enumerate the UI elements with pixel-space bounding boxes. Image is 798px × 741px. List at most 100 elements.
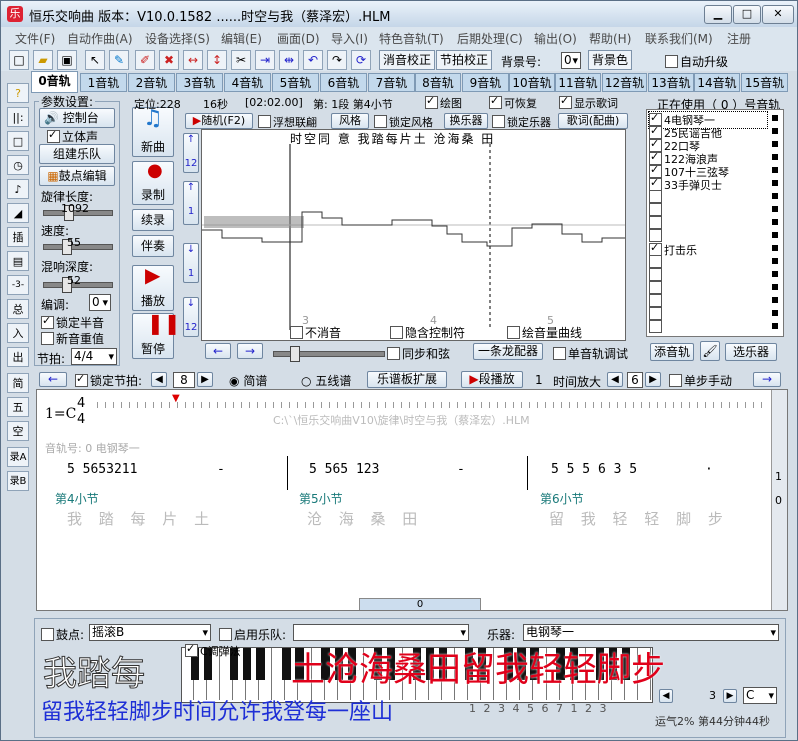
in-use-row[interactable]: [649, 294, 779, 308]
menu-output[interactable]: 输出(O): [534, 30, 577, 47]
drum-edit-button[interactable]: ▦鼓点编辑: [39, 166, 115, 186]
pause-button[interactable]: ❚❚ 暂停: [132, 313, 181, 359]
menu-file[interactable]: 文件(F): [15, 30, 55, 47]
menu-register[interactable]: 注册: [727, 30, 751, 47]
in-use-row-checkbox[interactable]: [649, 320, 662, 333]
choose-instrument-button[interactable]: 选乐器: [725, 343, 777, 361]
total-button[interactable]: 总: [7, 299, 29, 319]
in-use-row-checkbox[interactable]: [649, 307, 662, 320]
tab-track-6[interactable]: 6音轨: [320, 73, 367, 92]
vline-icon[interactable]: ⇥: [255, 50, 275, 70]
piano-black-key[interactable]: [256, 648, 265, 680]
score-hscroll[interactable]: 0: [359, 598, 481, 610]
stereo-checkbox[interactable]: 立体声: [47, 128, 98, 145]
in-use-row-marker[interactable]: [771, 218, 779, 226]
lyrics-button[interactable]: 歌词(配曲): [558, 113, 628, 129]
single-manual-checkbox[interactable]: 单步手动: [669, 372, 732, 389]
sync-chord-box[interactable]: [387, 347, 400, 360]
empty-button[interactable]: 空: [7, 421, 29, 441]
scroll-left-button[interactable]: ←: [205, 343, 231, 359]
jianpu-button[interactable]: 简: [7, 373, 29, 393]
cut-icon[interactable]: ✂: [231, 50, 251, 70]
graph-position-thumb[interactable]: [290, 346, 300, 362]
key-select[interactable]: C: [743, 687, 777, 704]
recoverable-box[interactable]: [489, 94, 502, 109]
scroll-right-button[interactable]: →: [237, 343, 263, 359]
draw-curve-box[interactable]: [507, 326, 520, 339]
cursor-icon[interactable]: ↖: [85, 50, 105, 70]
new-rhythm-box[interactable]: [41, 332, 54, 345]
menu-device[interactable]: 设备选择(S): [145, 30, 210, 47]
lock-beat-box[interactable]: [75, 372, 88, 387]
staff-button[interactable]: 五: [7, 397, 29, 417]
in-use-row[interactable]: [649, 320, 779, 334]
in-use-row-marker[interactable]: [771, 296, 779, 304]
record-button[interactable]: ● 录制: [132, 161, 174, 205]
in-use-row[interactable]: [649, 268, 779, 282]
spin-down-button[interactable]: ◀: [659, 689, 673, 703]
score-right-button[interactable]: →: [753, 372, 781, 387]
build-band-button[interactable]: 组建乐队: [39, 144, 115, 164]
drum-checkbox[interactable]: 鼓点:: [41, 626, 84, 643]
tab-track-4[interactable]: 4音轨: [224, 73, 271, 92]
piano-black-key[interactable]: [243, 648, 252, 680]
control-panel-button[interactable]: 🔊 控制台: [39, 108, 115, 128]
menu-auto-compose[interactable]: 自动作曲(A): [67, 30, 133, 47]
menu-post-process[interactable]: 后期处理(C): [457, 30, 523, 47]
in-use-row-marker[interactable]: [771, 179, 779, 187]
up-1-button[interactable]: ↑ 1: [183, 181, 199, 225]
tab-track-13[interactable]: 13音轨: [648, 73, 694, 92]
tab-track-7[interactable]: 7音轨: [368, 73, 415, 92]
enable-band-checkbox[interactable]: 启用乐队:: [219, 626, 286, 643]
tab-track-14[interactable]: 14音轨: [694, 73, 740, 92]
in-use-row-checkbox[interactable]: [649, 294, 662, 307]
continue-record-button[interactable]: 续录: [132, 209, 174, 231]
staff-radio-dot[interactable]: ○: [301, 374, 311, 388]
drum-select[interactable]: 摇滚B: [89, 624, 211, 641]
record-a-button[interactable]: 录A: [7, 447, 29, 467]
tab-track-10[interactable]: 10音轨: [509, 73, 555, 92]
staff-radio[interactable]: ○ 五线谱: [301, 372, 351, 389]
draw-curve-checkbox[interactable]: 绘音量曲线: [507, 324, 582, 340]
menu-help[interactable]: 帮助(H): [589, 30, 631, 47]
single-debug-box[interactable]: [553, 347, 566, 360]
tab-track-5[interactable]: 5音轨: [272, 73, 319, 92]
in-use-row-marker[interactable]: [771, 322, 779, 330]
in-use-row-checkbox[interactable]: [649, 216, 662, 229]
transpose-select[interactable]: 0: [89, 294, 111, 311]
in-use-row[interactable]: [649, 216, 779, 230]
brush-icon[interactable]: 🖌: [700, 341, 720, 361]
lock-half-box[interactable]: [41, 314, 54, 329]
band-select[interactable]: [293, 624, 469, 641]
draw-graph-box[interactable]: [425, 94, 438, 109]
no-mute-box[interactable]: [290, 326, 303, 339]
no-mute-checkbox[interactable]: 不消音: [290, 324, 341, 340]
score-sheet[interactable]: 1=C 4 4 ▼ C:\`\恒乐交响曲V10\旋律\时空与我（蔡泽宏）.HLM…: [36, 389, 788, 611]
menu-view[interactable]: 画面(D): [277, 30, 320, 47]
piano-black-key[interactable]: [282, 648, 291, 680]
hide-ctrl-checkbox[interactable]: 隐含控制符: [390, 324, 465, 340]
tab-track-1[interactable]: 1音轨: [80, 73, 127, 92]
pencil-icon[interactable]: ✎: [109, 50, 129, 70]
minimize-button[interactable]: ▁: [704, 5, 732, 24]
stereo-box[interactable]: [47, 128, 60, 143]
jianpu-radio-dot[interactable]: ◉: [229, 374, 239, 388]
insert-button[interactable]: 插: [7, 227, 29, 247]
beat-next-button[interactable]: ▶: [197, 372, 213, 387]
in-use-row-checkbox[interactable]: [649, 203, 662, 216]
score-vscroll[interactable]: 1 0: [771, 390, 787, 610]
recoverable-checkbox[interactable]: 可恢复: [489, 94, 537, 111]
zoom-prev-button[interactable]: ◀: [607, 372, 623, 387]
clock-icon[interactable]: ◷: [7, 155, 29, 175]
in-use-row[interactable]: [649, 190, 779, 204]
expand-button[interactable]: 乐谱板扩展: [367, 371, 447, 388]
instrument-select[interactable]: 电钢琴一: [523, 624, 779, 641]
down-12-button[interactable]: ↓ 12: [183, 297, 199, 337]
new-rhythm-checkbox[interactable]: 新音重值: [41, 330, 104, 347]
in-use-row-marker[interactable]: [771, 127, 779, 135]
close-button[interactable]: ✕: [762, 5, 794, 24]
play-button[interactable]: ▶ 播放: [132, 265, 174, 311]
spin-up-button[interactable]: ▶: [723, 689, 737, 703]
arrow-v-icon[interactable]: ↕: [207, 50, 227, 70]
in-use-row-marker[interactable]: [771, 114, 779, 122]
